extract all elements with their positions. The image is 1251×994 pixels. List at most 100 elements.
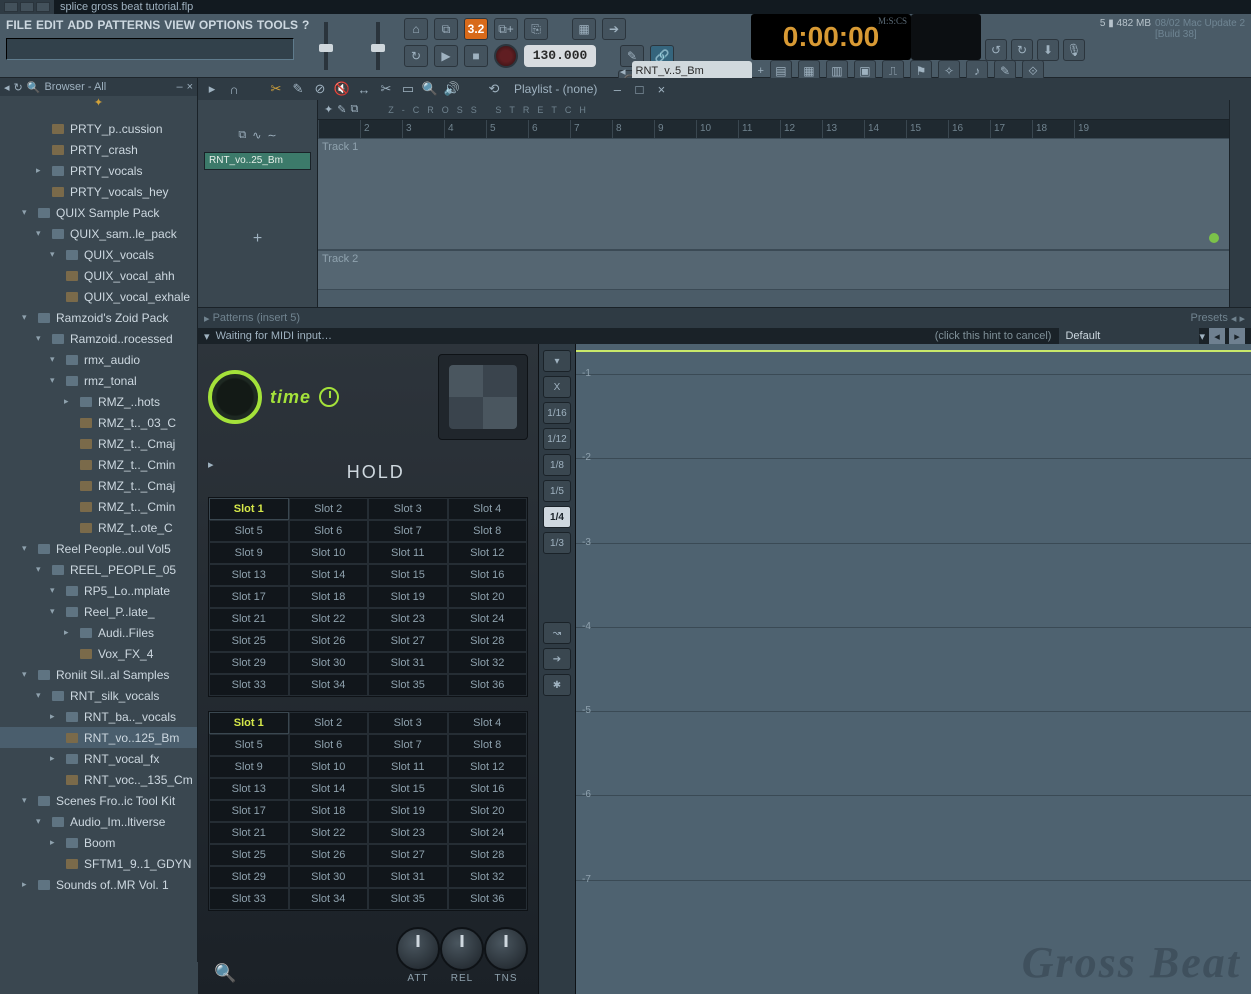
paint-tool-icon[interactable]: ✎ (290, 81, 306, 97)
slot-button[interactable]: Slot 32 (448, 652, 528, 674)
browser-item[interactable]: Vox_FX_4 (0, 643, 197, 664)
plugin-hint-cancel[interactable]: (click this hint to cancel) (935, 330, 1052, 342)
slot-button[interactable]: Slot 17 (209, 586, 289, 608)
zoom-tool-2[interactable]: ✎ (337, 103, 346, 116)
browser-back-button[interactable]: ◂ (4, 81, 10, 94)
pattern-mode-button[interactable]: ⌂ (404, 18, 428, 40)
slot-button[interactable]: Slot 10 (289, 542, 369, 564)
slot-button[interactable]: Slot 23 (368, 822, 448, 844)
snap-▾[interactable]: ▾ (543, 350, 571, 372)
snap-1-4[interactable]: 1/4 (543, 506, 571, 528)
browser-item[interactable]: RMZ_t..ote_C (0, 517, 197, 538)
browser-item[interactable]: ▾Ramzoid..rocessed (0, 328, 197, 349)
draw-tool-icon[interactable]: ✂ (268, 81, 284, 97)
menu-file[interactable]: FILE (6, 18, 32, 32)
slot-button[interactable]: Slot 34 (289, 674, 369, 696)
song-mode-button[interactable]: ⧉ (434, 18, 458, 40)
slot-button[interactable]: Slot 14 (289, 778, 369, 800)
browser-close-button[interactable]: × (187, 81, 193, 93)
playlist-min-button[interactable]: – (609, 81, 625, 97)
browser-item[interactable]: RNT_voc.._135_Cm (0, 769, 197, 790)
play-button[interactable]: ▶ (434, 45, 458, 67)
magnet-icon[interactable]: ∩ (226, 81, 242, 97)
window-min-button[interactable] (4, 2, 18, 12)
slot-button[interactable]: Slot 21 (209, 608, 289, 630)
slot-button[interactable]: Slot 2 (289, 498, 369, 520)
browser-item[interactable]: PRTY_p..cussion (0, 118, 197, 139)
window-max-button[interactable] (20, 2, 34, 12)
pattern-number[interactable]: 3.2 (464, 18, 488, 40)
slot-button[interactable]: Slot 7 (368, 520, 448, 542)
slot-button[interactable]: Slot 33 (209, 888, 289, 910)
browser-item[interactable]: ▾RP5_Lo..mplate (0, 580, 197, 601)
zoom-tool-3[interactable]: ⧉ (350, 103, 358, 116)
slot-button[interactable]: Slot 29 (209, 652, 289, 674)
browser-item[interactable]: SFTM1_9..1_GDYN (0, 853, 197, 874)
auto-snap-icon[interactable]: ∼ (267, 129, 276, 142)
slot-button[interactable]: Slot 14 (289, 564, 369, 586)
slot-button[interactable]: Slot 18 (289, 800, 369, 822)
preset-next-button[interactable]: ▸ (1239, 312, 1245, 325)
slot-button[interactable]: Slot 36 (448, 888, 528, 910)
browser-item[interactable]: ▾REEL_PEOPLE_05 (0, 559, 197, 580)
slot-button[interactable]: Slot 20 (448, 586, 528, 608)
browser-item[interactable]: QUIX_vocal_ahh (0, 265, 197, 286)
slot-button[interactable]: Slot 4 (448, 498, 528, 520)
slot-button[interactable]: Slot 34 (289, 888, 369, 910)
slot-button[interactable]: Slot 21 (209, 822, 289, 844)
slice-tool-icon[interactable]: ✂ (378, 81, 394, 97)
countdown-button[interactable]: ▦ (572, 18, 596, 40)
pattern-prev-button[interactable]: ◂ (620, 65, 626, 78)
slot-button[interactable]: Slot 15 (368, 778, 448, 800)
slot-button[interactable]: Slot 25 (209, 844, 289, 866)
browser-item[interactable]: ▾Audio_Im..ltiverse (0, 811, 197, 832)
snap-X[interactable]: X (543, 376, 571, 398)
browser-item[interactable]: PRTY_vocals_hey (0, 181, 197, 202)
browser-item[interactable]: ▾rmz_tonal (0, 370, 197, 391)
hold-label[interactable]: HOLD (224, 462, 528, 483)
menu-patterns[interactable]: PATTERNS (97, 18, 160, 32)
slot-button[interactable]: Slot 5 (209, 734, 289, 756)
playlist-max-button[interactable]: □ (631, 81, 647, 97)
slot-button[interactable]: Slot 10 (289, 756, 369, 778)
presets-label[interactable]: Presets (1191, 312, 1228, 324)
slot-button[interactable]: Slot 27 (368, 630, 448, 652)
pattern-clip[interactable]: RNT_vo..25_Bm (204, 152, 311, 170)
browser-item[interactable]: ▸Boom (0, 832, 197, 853)
slot-button[interactable]: Slot 27 (368, 844, 448, 866)
release-knob[interactable] (440, 927, 484, 971)
browser-item[interactable]: RMZ_t.._Cmin (0, 496, 197, 517)
browser-item[interactable]: RMZ_t.._Cmaj (0, 433, 197, 454)
slot-button[interactable]: Slot 19 (368, 586, 448, 608)
slot-button[interactable]: Slot 28 (448, 844, 528, 866)
browser-item[interactable]: RMZ_t.._03_C (0, 412, 197, 433)
browser-item[interactable]: ▾Ramzoid's Zoid Pack (0, 307, 197, 328)
tempo-display[interactable]: 130.000 (524, 45, 596, 67)
browser-item[interactable]: ▾Scenes Fro..ic Tool Kit (0, 790, 197, 811)
browser-item[interactable]: ▾QUIX_vocals (0, 244, 197, 265)
slot-button[interactable]: Slot 3 (368, 498, 448, 520)
slot-button[interactable]: Slot 28 (448, 630, 528, 652)
rack-menu-button[interactable]: ▸ (204, 312, 210, 325)
audio-snap-icon[interactable]: ∿ (252, 129, 261, 142)
slot-button[interactable]: Slot 35 (368, 674, 448, 696)
snap-1-8[interactable]: 1/8 (543, 454, 571, 476)
slot-button[interactable]: Slot 1 (209, 712, 289, 734)
zoom-tool-icon[interactable]: 🔍 (422, 81, 438, 97)
slot-button[interactable]: Slot 31 (368, 866, 448, 888)
add-pattern-button[interactable]: + (198, 230, 317, 248)
playlist-close-button[interactable]: × (653, 81, 669, 97)
browser-item[interactable]: RNT_vo..125_Bm (0, 727, 197, 748)
playlist-options-icon[interactable]: ⟲ (486, 81, 502, 97)
slot-button[interactable]: Slot 13 (209, 778, 289, 800)
env-tool-button[interactable]: ➔ (543, 648, 571, 670)
master-pitch-slider[interactable] (324, 22, 328, 70)
loop-button[interactable]: ↻ (404, 45, 428, 67)
slot-button[interactable]: Slot 9 (209, 756, 289, 778)
blend-button[interactable]: ➔ (602, 18, 626, 40)
browser-item[interactable]: ▸RMZ_..hots (0, 391, 197, 412)
master-volume-slider[interactable] (376, 22, 380, 70)
slot-button[interactable]: Slot 32 (448, 866, 528, 888)
plugin-preset-name[interactable]: Default (1059, 328, 1199, 344)
wait-input-button[interactable]: ⎘ (524, 18, 548, 40)
